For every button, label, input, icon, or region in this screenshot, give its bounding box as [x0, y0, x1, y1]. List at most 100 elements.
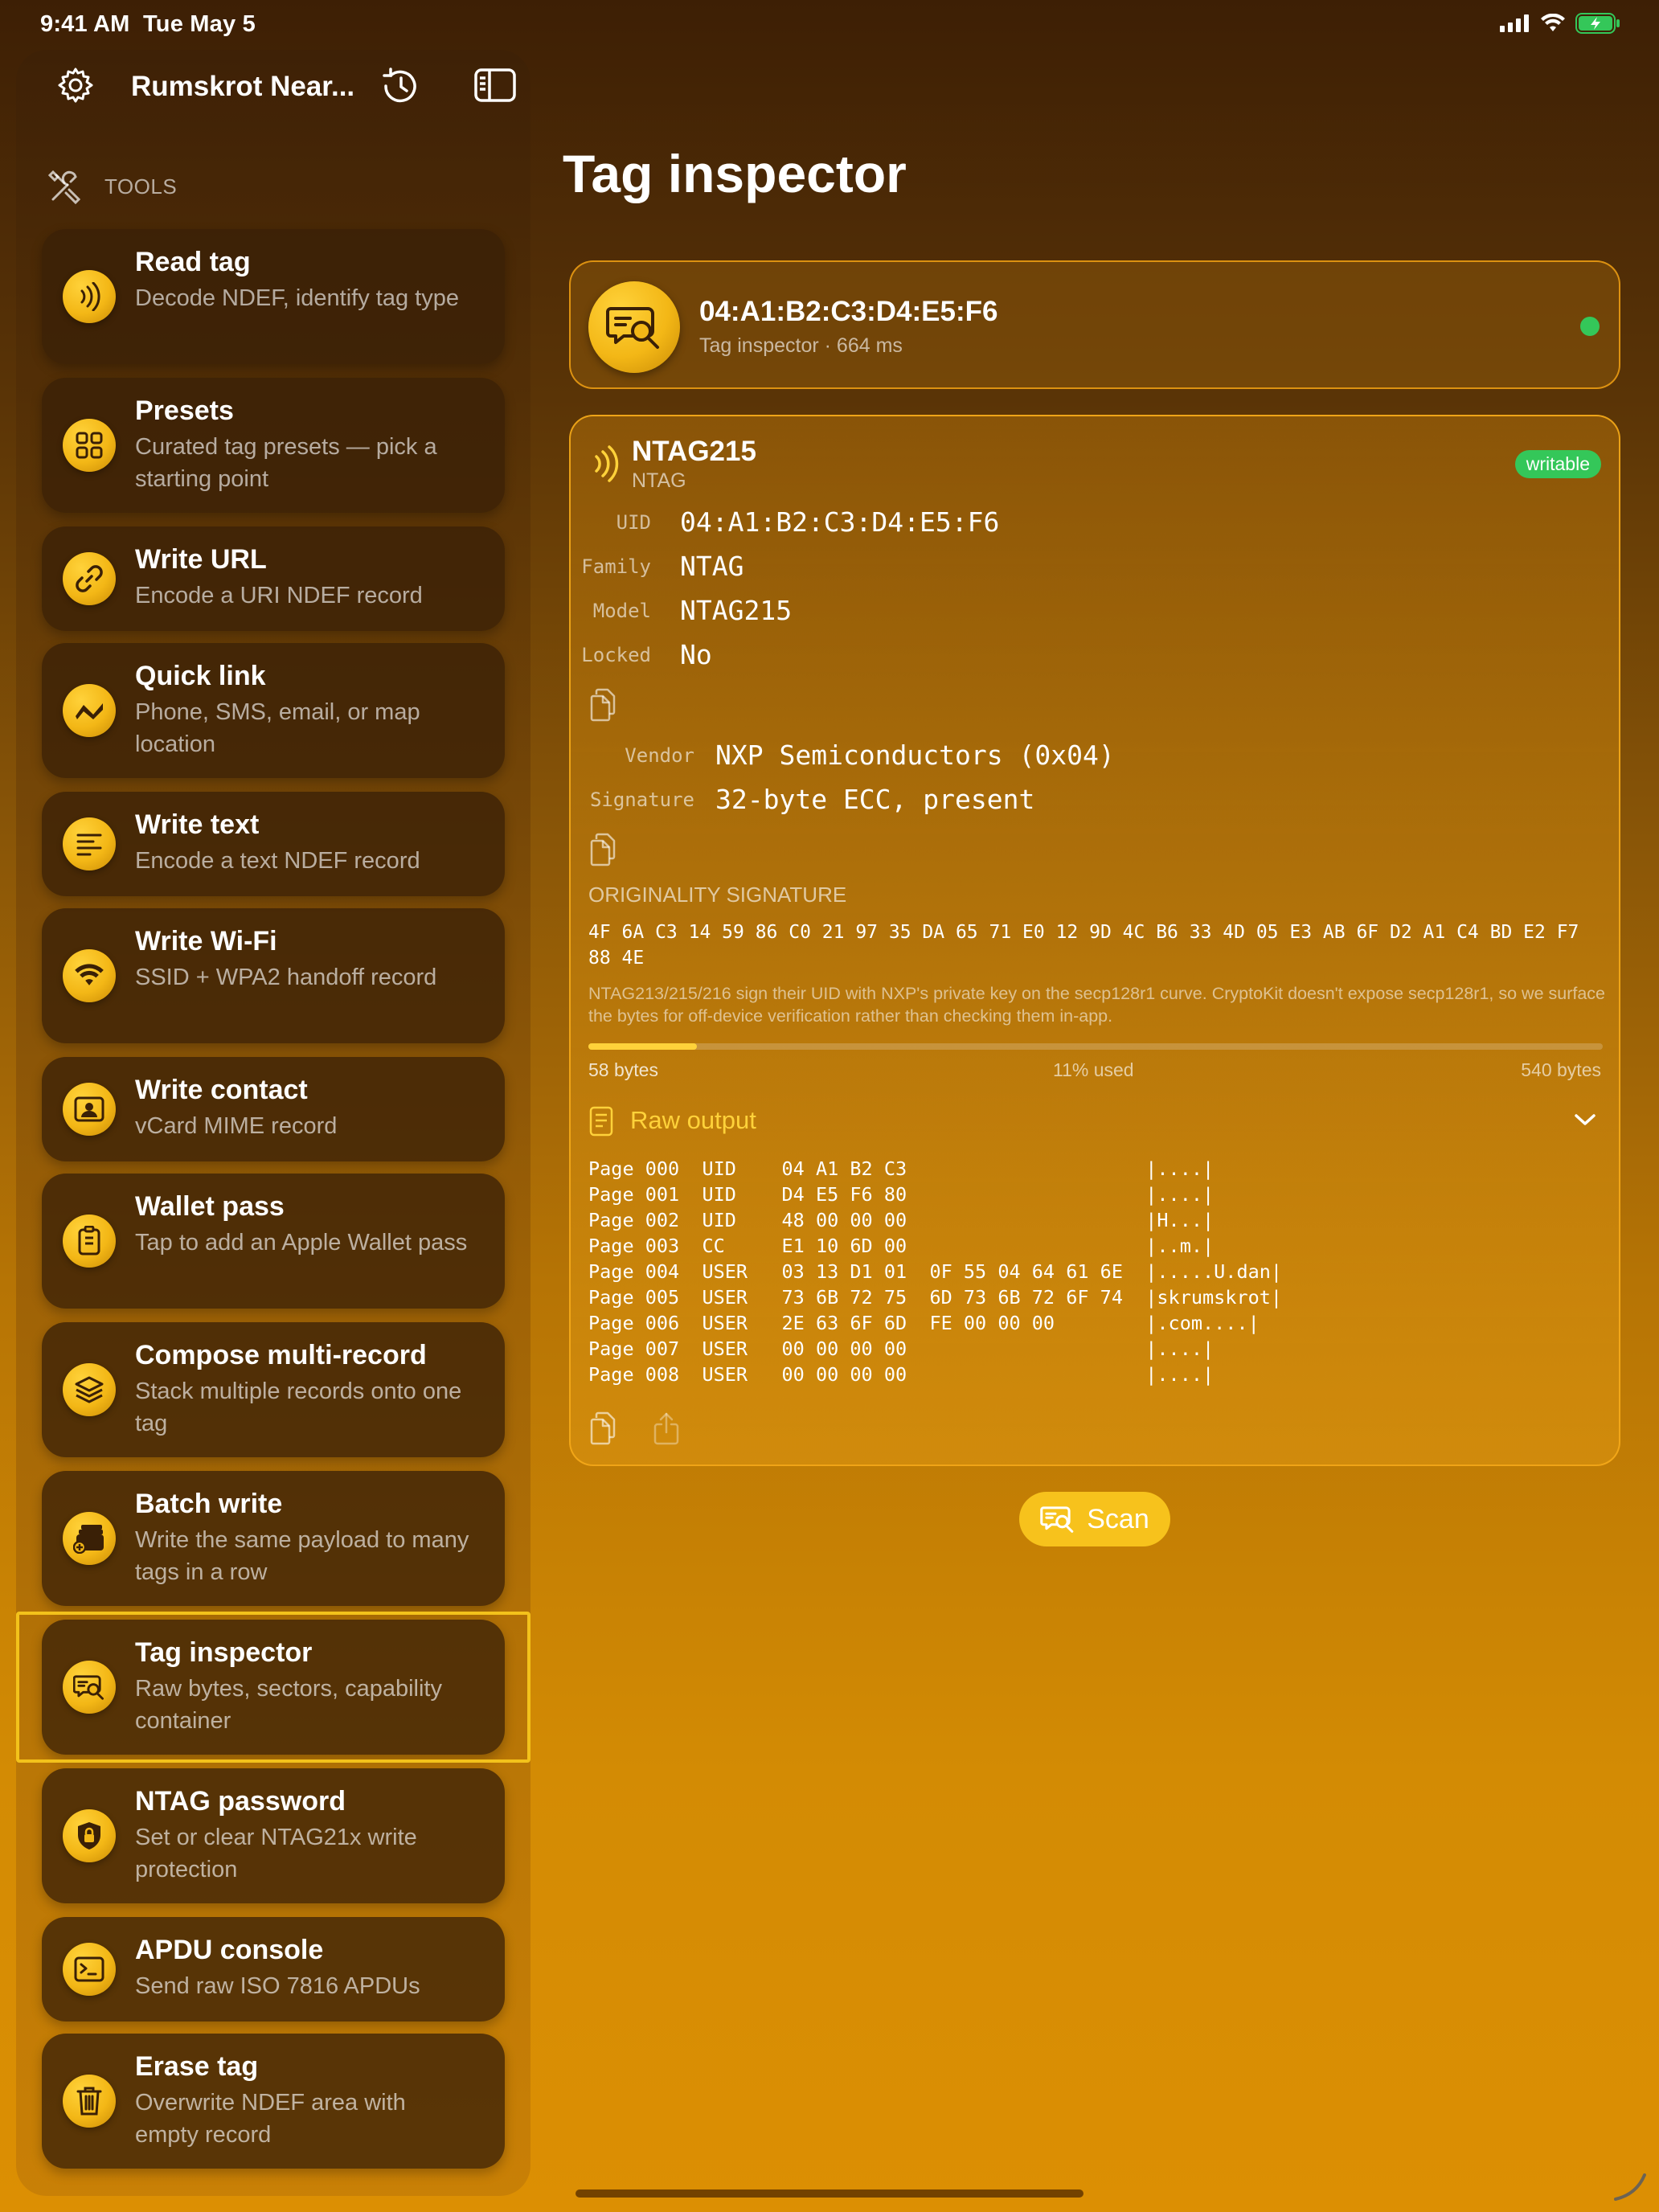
- sidebar-item-write-url[interactable]: Write URL Encode a URI NDEF record: [42, 526, 505, 631]
- page-title: Tag inspector: [563, 144, 907, 203]
- copy-icon[interactable]: [588, 833, 617, 866]
- raw-line: Page 005 USER 73 6B 72 75 6D 73 6B 72 6F…: [588, 1286, 1283, 1309]
- contact-card-icon: [63, 1083, 116, 1136]
- wifi-status-icon: [1541, 14, 1565, 31]
- originality-signature-label: ORIGINALITY SIGNATURE: [588, 883, 847, 907]
- copy-icon[interactable]: [588, 688, 617, 722]
- sidebar: Rumskrot Near... TOOLS Read tag Decode N…: [16, 50, 530, 2196]
- sidebar-item-subtitle: Set or clear NTAG21x write protection: [135, 1825, 417, 1882]
- zigzag-icon: [63, 684, 116, 737]
- sidebar-item-subtitle: Stack multiple records onto one tag: [135, 1378, 462, 1436]
- sidebar-item-batch-write[interactable]: Batch write Write the same payload to man…: [42, 1471, 505, 1606]
- sidebar-item-wallet-pass[interactable]: Wallet pass Tap to add an Apple Wallet pa…: [42, 1174, 505, 1309]
- sidebar-item-title: Write Wi-Fi: [135, 926, 277, 956]
- terminal-icon: [63, 1943, 116, 1996]
- sidebar-item-erase-tag[interactable]: Erase tag Overwrite NDEF area with empty …: [42, 2034, 505, 2169]
- battery-charging-icon: [1575, 13, 1620, 34]
- cellular-signal-icon: [1500, 14, 1529, 32]
- lock-shield-icon: [63, 1809, 116, 1862]
- raw-output-block: Page 000 UID 04 A1 B2 C3 |....| Page 001…: [588, 1156, 1282, 1387]
- field-value-model: NTAG215: [680, 595, 793, 626]
- sidebar-item-title: Write URL: [135, 544, 267, 575]
- field-key-signature: Signature: [589, 789, 694, 811]
- signature-note: NTAG213/215/216 sign their UID with NXP'…: [588, 984, 1606, 1026]
- home-indicator[interactable]: [576, 2189, 1083, 2198]
- tools-icon: [48, 170, 81, 204]
- sidebar-item-title: Quick link: [135, 661, 266, 691]
- sidebar-item-subtitle: Tap to add an Apple Wallet pass: [135, 1230, 468, 1256]
- bytes-total: 540 bytes: [1521, 1059, 1601, 1080]
- raw-line: Page 004 USER 03 13 D1 01 0F 55 04 64 61…: [588, 1260, 1283, 1283]
- field-key-model: Model: [592, 600, 651, 622]
- inspector-icon: [63, 1661, 116, 1714]
- sidebar-item-write-wi-fi[interactable]: Write Wi-Fi SSID + WPA2 handoff record: [42, 908, 505, 1043]
- sidebar-item-subtitle: Decode NDEF, identify tag type: [135, 285, 459, 311]
- tag-family-sub: NTAG: [632, 469, 686, 492]
- grid-icon: [63, 419, 116, 472]
- percent-used: 11% used: [1053, 1059, 1134, 1080]
- raw-line: Page 008 USER 00 00 00 00 |....|: [588, 1363, 1215, 1386]
- sidebar-item-compose-multi-record[interactable]: Compose multi-record Stack multiple recor…: [42, 1322, 505, 1457]
- inspector-icon: [588, 281, 680, 373]
- status-dot: [1580, 317, 1600, 336]
- field-key-locked: Locked: [581, 644, 651, 666]
- status-bar: 9:41 AM Tue May 5: [0, 0, 1659, 51]
- sidebar-item-presets[interactable]: Presets Curated tag presets — pick a star…: [42, 378, 505, 513]
- sidebar-item-title: Erase tag: [135, 2051, 259, 2082]
- writable-badge: writable: [1514, 450, 1601, 478]
- field-value-vendor: NXP Semiconductors (0x04): [715, 739, 1115, 771]
- field-value-uid: 04:A1:B2:C3:D4:E5:F6: [680, 506, 1000, 538]
- sidebar-item-subtitle: Encode a text NDEF record: [135, 848, 420, 874]
- raw-output-actions: [588, 1411, 680, 1445]
- sidebar-header: Rumskrot Near...: [32, 50, 516, 122]
- share-icon[interactable]: [653, 1411, 680, 1445]
- nfc-waves-icon: [63, 270, 116, 323]
- raw-line: Page 002 UID 48 00 00 00 |H...|: [588, 1209, 1215, 1231]
- gear-icon[interactable]: [56, 66, 95, 104]
- sidebar-item-read-tag[interactable]: Read tag Decode NDEF, identify tag type: [42, 229, 505, 364]
- document-icon: [589, 1106, 613, 1137]
- sidebar-item-ntag-password[interactable]: NTAG password Set or clear NTAG21x write …: [42, 1768, 505, 1903]
- sidebar-item-write-contact[interactable]: Write contact vCard MIME record: [42, 1057, 505, 1161]
- sidebar-item-title: Write text: [135, 809, 260, 840]
- sidebar-toggle-icon[interactable]: [474, 68, 516, 103]
- sidebar-item-subtitle: Raw bytes, sectors, capability container: [135, 1676, 442, 1734]
- sidebar-item-title: Compose multi-record: [135, 1340, 427, 1370]
- tools-label: TOOLS: [104, 174, 178, 199]
- bytes-used: 58 bytes: [588, 1059, 658, 1080]
- sidebar-item-subtitle: SSID + WPA2 handoff record: [135, 965, 437, 990]
- raw-output-toggle[interactable]: Raw output: [630, 1106, 756, 1135]
- history-icon[interactable]: [379, 66, 421, 106]
- batch-icon: [63, 1512, 116, 1565]
- tag-detail-card: NTAG215 NTAG writable UID 04:A1:B2:C3:D4…: [569, 415, 1620, 1466]
- sidebar-item-tag-inspector[interactable]: Tag inspector Raw bytes, sectors, capabil…: [16, 1612, 530, 1763]
- scan-button[interactable]: Scan: [1019, 1492, 1170, 1546]
- sidebar-item-subtitle: Encode a URI NDEF record: [135, 583, 423, 608]
- sidebar-item-subtitle: Phone, SMS, email, or map location: [135, 699, 420, 757]
- sidebar-item-title: Presets: [135, 395, 234, 426]
- status-time-text: 9:41 AM: [40, 11, 130, 37]
- field-key-uid: UID: [616, 511, 651, 534]
- sidebar-item-apdu-console[interactable]: APDU console Send raw ISO 7816 APDUs: [42, 1917, 505, 2022]
- storage-progress-fill: [588, 1043, 698, 1050]
- nfc-waves-icon: [595, 445, 619, 482]
- summary-uid: 04:A1:B2:C3:D4:E5:F6: [699, 296, 998, 327]
- copy-icon[interactable]: [588, 1411, 617, 1445]
- summary-card[interactable]: 04:A1:B2:C3:D4:E5:F6 Tag inspector · 664…: [569, 260, 1620, 389]
- scan-button-label: Scan: [1087, 1503, 1149, 1534]
- storage-progress-bar: [588, 1043, 1603, 1050]
- sidebar-item-title: Batch write: [135, 1489, 283, 1519]
- resize-handle-icon[interactable]: [1612, 2170, 1648, 2202]
- status-time: 9:41 AM Tue May 5: [40, 11, 256, 38]
- sidebar-item-quick-link[interactable]: Quick link Phone, SMS, email, or map loca…: [42, 643, 505, 778]
- status-icons: [1500, 13, 1620, 34]
- text-lines-icon: [63, 817, 116, 870]
- layers-icon: [63, 1363, 116, 1416]
- field-key-family: Family: [581, 555, 651, 578]
- sidebar-item-write-text[interactable]: Write text Encode a text NDEF record: [42, 792, 505, 896]
- app-title: Rumskrot Near...: [131, 71, 355, 102]
- chevron-down-icon[interactable]: [1574, 1112, 1596, 1127]
- raw-line: Page 006 USER 2E 63 6F 6D FE 00 00 00 |.…: [588, 1312, 1260, 1334]
- trash-icon: [63, 2075, 116, 2128]
- wallet-pass-icon: [63, 1215, 116, 1268]
